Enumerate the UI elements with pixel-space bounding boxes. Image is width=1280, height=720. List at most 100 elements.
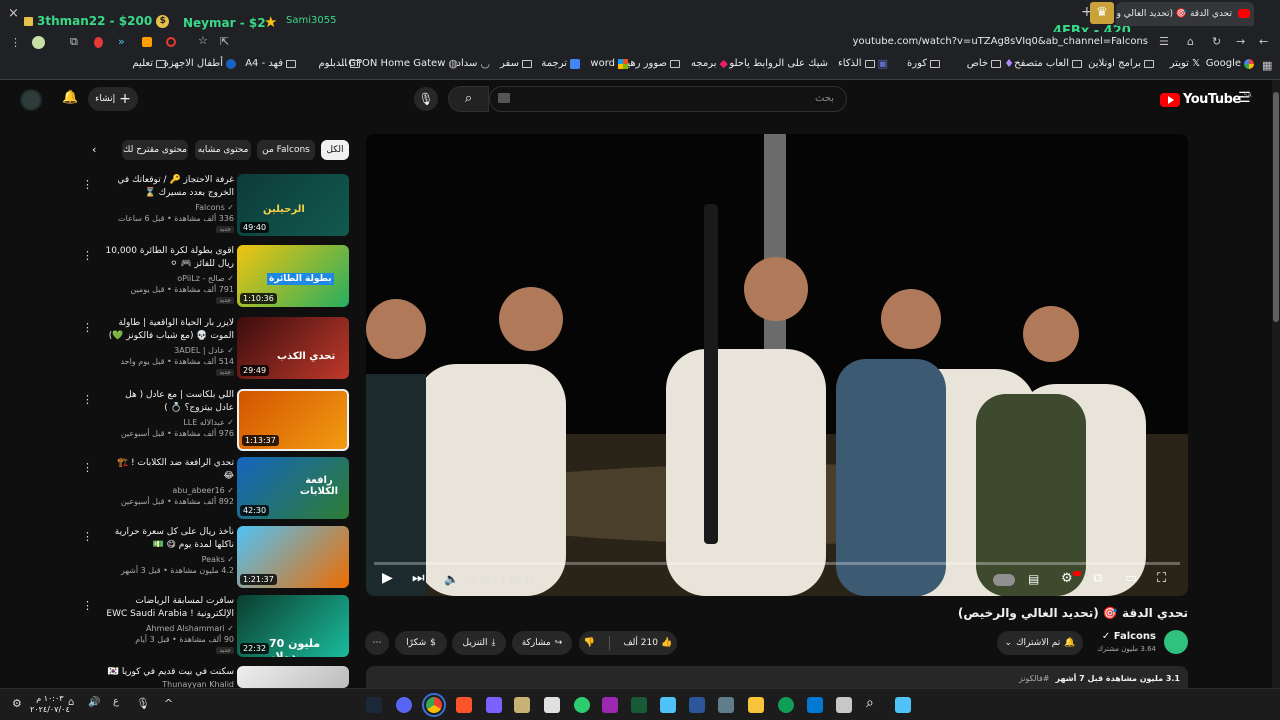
- list-item[interactable]: رافعة الكلابات 42:30 ⋮ تحدي الرافعة ضد ا…: [82, 457, 352, 521]
- bookmark-star-icon[interactable]: ☆: [198, 35, 208, 46]
- chrome-icon[interactable]: [422, 693, 446, 717]
- next-button[interactable]: ⏭: [412, 570, 425, 586]
- bookmark-folder[interactable]: صوور رهيبه: [619, 58, 680, 69]
- bookmark-sadad[interactable]: ◡ سداد: [457, 58, 490, 69]
- app-icon[interactable]: [486, 697, 502, 713]
- search-bar[interactable]: بحث: [489, 86, 847, 112]
- keyboard-icon[interactable]: [498, 93, 510, 103]
- page-scrollbar[interactable]: [1272, 80, 1280, 688]
- list-item[interactable]: تحدي الكذب 29:49 ⋮ لايزر بار الحياة الوا…: [82, 317, 352, 381]
- bookmark-folder[interactable]: برامج اونلاين: [1088, 58, 1154, 69]
- pen-app-icon[interactable]: [514, 697, 530, 713]
- list-item[interactable]: 70 مليون دولار 22:32 ⋮ سافرت لمسابقة الر…: [82, 595, 352, 659]
- download-button[interactable]: ⤓ التنزيل: [452, 631, 506, 655]
- list-item[interactable]: سكنت في بيت قديم في كوريا 🇰🇷 Thunayyan K…: [96, 666, 352, 688]
- search-taskbar-icon[interactable]: ⌕: [866, 695, 874, 711]
- notepad-icon[interactable]: [660, 697, 676, 713]
- bookmark-link-checker[interactable]: شيك على الروابط ياحلو: [729, 58, 828, 69]
- notification-icon[interactable]: ⚙: [12, 697, 22, 710]
- thanks-button[interactable]: $ شكرًا: [395, 631, 447, 655]
- more-options-icon[interactable]: ⋮: [82, 249, 93, 262]
- store-icon[interactable]: [544, 697, 560, 713]
- share-button[interactable]: ↪ مشاركة: [512, 631, 572, 655]
- more-options-icon[interactable]: ⋮: [82, 461, 93, 474]
- more-options-icon[interactable]: ⋮: [82, 599, 93, 612]
- scrollbar-thumb[interactable]: [1273, 92, 1279, 322]
- more-options-icon[interactable]: ⋮: [82, 178, 93, 191]
- play-button[interactable]: ▶: [382, 570, 393, 586]
- extension-red-icon[interactable]: [94, 37, 103, 48]
- volume-button[interactable]: 🔈: [444, 572, 459, 586]
- account-avatar[interactable]: [20, 89, 42, 111]
- bookmark-folder[interactable]: سفر: [500, 58, 532, 69]
- language-indicator[interactable]: ع: [113, 696, 119, 707]
- chevron-left-icon[interactable]: ‹: [92, 143, 96, 156]
- notifications-bell-icon[interactable]: 🔔: [62, 90, 78, 105]
- video-thumbnail[interactable]: 1:13:37: [237, 389, 349, 451]
- extension-orange-icon[interactable]: [142, 37, 152, 47]
- extensions-icon[interactable]: ⧉: [70, 36, 78, 47]
- task-view-icon[interactable]: [836, 697, 852, 713]
- bookmark-google[interactable]: Google: [1206, 58, 1254, 69]
- word-icon[interactable]: [689, 697, 705, 713]
- extension-block-icon[interactable]: [166, 37, 176, 47]
- theater-mode-icon[interactable]: ▭: [1125, 571, 1137, 586]
- chip-all[interactable]: الكل: [321, 140, 349, 160]
- bookmark-twitter[interactable]: 𝕏 تويتر: [1170, 58, 1200, 69]
- chip-from-falcons[interactable]: من Falcons: [257, 140, 315, 160]
- youtube-logo[interactable]: YouTube SA: [1160, 92, 1252, 107]
- outlook-icon[interactable]: [807, 697, 823, 713]
- bookmark-folder[interactable]: تعليم: [132, 58, 166, 69]
- subscribed-button[interactable]: 🔔 تم الاشتراك ⌄: [997, 631, 1083, 655]
- microphone-icon[interactable]: 🎙: [414, 87, 438, 111]
- video-thumbnail[interactable]: تحدي الكذب 29:49: [237, 317, 349, 379]
- chip-recommended[interactable]: محتوى مقترح لك: [122, 140, 188, 160]
- more-actions-button[interactable]: ⋯: [365, 631, 389, 655]
- mic-tray-icon[interactable]: 🎙: [136, 697, 150, 710]
- close-icon[interactable]: ×: [8, 6, 19, 21]
- reload-icon[interactable]: ↻: [1212, 36, 1221, 47]
- channel-name-row[interactable]: Falcons ✓: [1090, 631, 1156, 642]
- bookmark-word[interactable]: word: [590, 58, 628, 69]
- bookmark-translate[interactable]: ترجمة: [541, 58, 580, 69]
- network-icon[interactable]: ⌂: [68, 697, 74, 708]
- video-thumbnail[interactable]: الرحيلين 49:40: [237, 174, 349, 236]
- video-thumbnail[interactable]: [237, 666, 349, 688]
- more-options-icon[interactable]: ⋮: [82, 530, 93, 543]
- file-explorer-icon[interactable]: [748, 697, 764, 713]
- video-thumbnail[interactable]: 1:21:37: [237, 526, 349, 588]
- home-icon[interactable]: ⌂: [1187, 36, 1194, 47]
- windows-start-icon[interactable]: [895, 697, 911, 713]
- fullscreen-icon[interactable]: ⛶: [1157, 571, 1166, 586]
- video-player[interactable]: [366, 134, 1188, 596]
- menu-dots-icon[interactable]: ⋮: [10, 37, 21, 48]
- video-thumbnail[interactable]: رافعة الكلابات 42:30: [237, 457, 349, 519]
- subtitles-icon[interactable]: ▤: [1028, 572, 1039, 586]
- profile-avatar[interactable]: [32, 36, 45, 49]
- bookmark-folder[interactable]: الدبلوم: [318, 58, 360, 69]
- calculator-icon[interactable]: [718, 697, 734, 713]
- site-settings-icon[interactable]: ☰: [1159, 36, 1169, 47]
- brave-icon[interactable]: [456, 697, 472, 713]
- list-item[interactable]: بطولة الطائرة 1:10:36 ⋮ اقوى بطولة لكرة …: [82, 245, 352, 309]
- bookmark-programming[interactable]: ◆ برمجه: [691, 58, 728, 69]
- bookmark-folder[interactable]: ♦ خاص: [967, 58, 1014, 69]
- apps-grid-icon[interactable]: ▦: [1262, 60, 1272, 71]
- url-field[interactable]: youtube.com/watch?v=uTZAg8sVIq0&ab_chann…: [760, 36, 1148, 47]
- search-button[interactable]: ⌕: [448, 86, 489, 112]
- bookmark-folder[interactable]: فهد - A4: [245, 58, 296, 69]
- bookmark-folder[interactable]: العاب متصفح: [1014, 58, 1082, 69]
- steam-icon[interactable]: [366, 697, 382, 713]
- create-button[interactable]: إنشاء +: [88, 87, 138, 111]
- discord-icon[interactable]: [396, 697, 412, 713]
- miniplayer-icon[interactable]: ⧉: [1093, 571, 1102, 586]
- more-options-icon[interactable]: ⋮: [82, 321, 93, 334]
- chevron-up-icon[interactable]: ^: [164, 697, 173, 710]
- feather-icon[interactable]: [602, 697, 618, 713]
- progress-bar[interactable]: [374, 562, 1180, 565]
- excel-icon[interactable]: [631, 697, 647, 713]
- clock[interactable]: ١٠:٠٣ م ٢٠٢٤/٠٧/٠٤: [30, 693, 70, 715]
- video-thumbnail[interactable]: بطولة الطائرة 1:10:36: [237, 245, 349, 307]
- settings-gear-icon[interactable]: ⚙: [1061, 571, 1073, 586]
- edge-icon[interactable]: [778, 697, 794, 713]
